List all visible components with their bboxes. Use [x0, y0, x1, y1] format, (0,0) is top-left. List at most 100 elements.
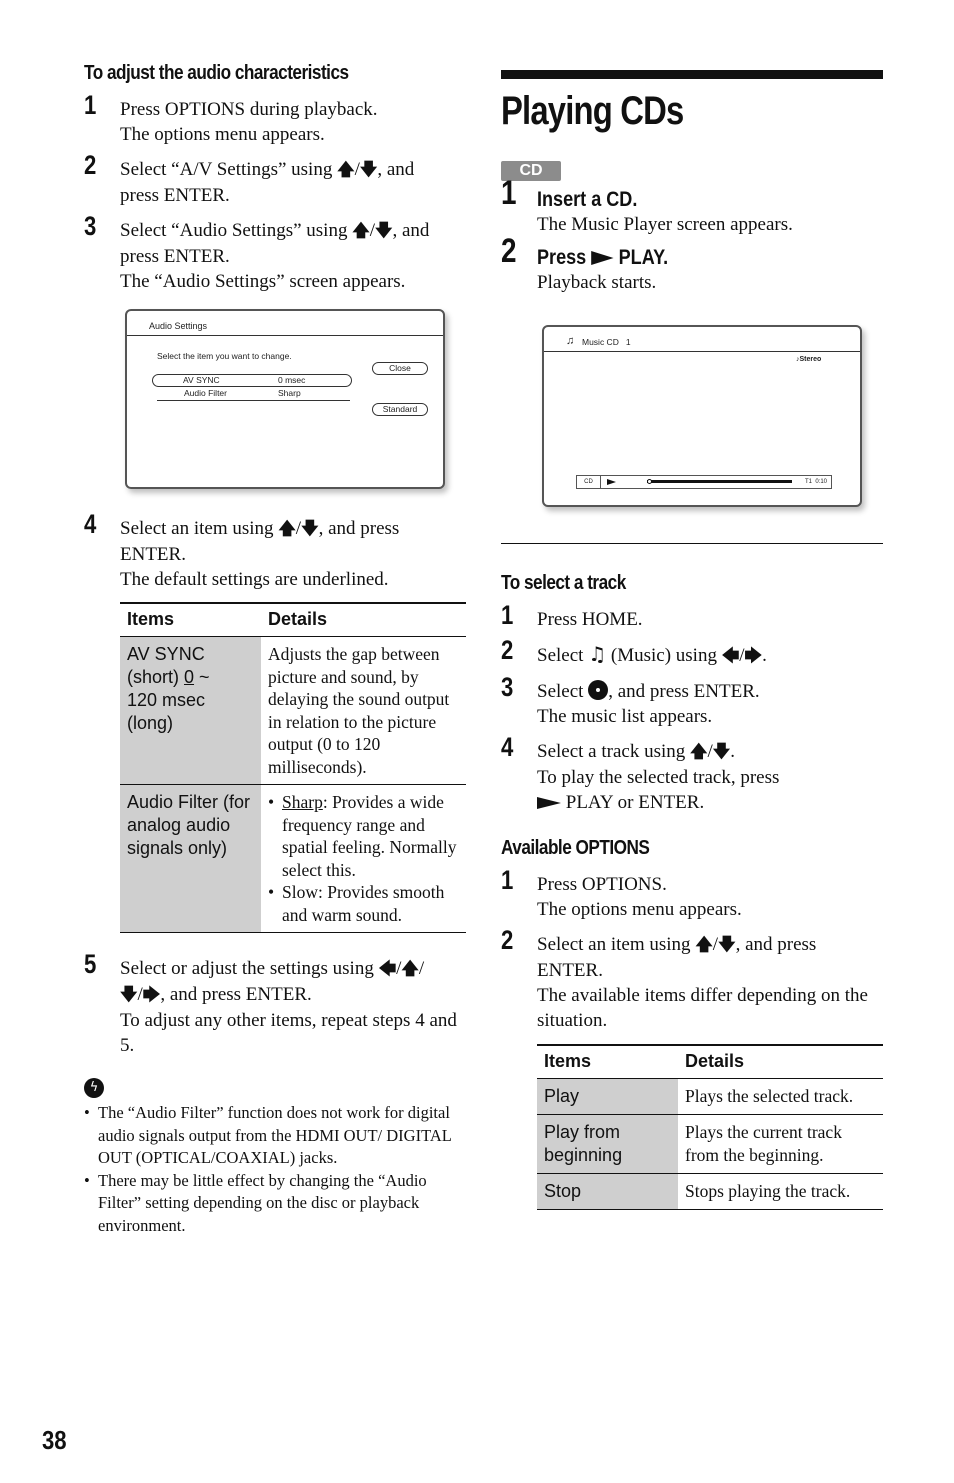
- screen-title: Music CD 1: [582, 337, 631, 347]
- progress-bar[interactable]: [647, 479, 792, 484]
- table-row: Play Plays the selected track.: [537, 1078, 883, 1115]
- music-note-icon: ♫: [566, 335, 575, 347]
- hint-box: ϟ The “Audio Filter” function does not w…: [84, 1078, 468, 1237]
- step-1: 1 Press OPTIONS during playback. The opt…: [84, 92, 468, 147]
- column-header: Items: [120, 602, 261, 637]
- hint-icon: ϟ: [84, 1078, 104, 1098]
- step-number: 2: [84, 150, 97, 180]
- column-header: Details: [678, 1044, 883, 1079]
- table-cell-details: Sharp: Provides a wide frequency range a…: [261, 784, 466, 933]
- setting-row-av-sync[interactable]: AV SYNC 0 msec: [152, 374, 352, 387]
- table-cell-details: Stops playing the track.: [678, 1173, 883, 1210]
- bullet-item: Sharp: Provides a wide frequency range a…: [268, 791, 459, 881]
- step-result: The “Audio Settings” screen appears.: [120, 271, 406, 292]
- setting-row-audio-filter[interactable]: Audio Filter Sharp: [157, 388, 350, 401]
- step-result: The options menu appears.: [537, 899, 742, 920]
- audio-mode: Stereo: [799, 356, 822, 363]
- step-result: PLAY or ENTER.: [561, 792, 705, 813]
- options-step-2: 2 Select an item using 🡅/🡇, and press EN…: [501, 927, 883, 1033]
- step-action: Insert a CD.: [537, 188, 638, 211]
- track-step-3: 3 Select , and press ENTER. The music li…: [501, 674, 883, 729]
- step-text: Select or adjust the settings using: [120, 958, 379, 979]
- table-cell-item: Stop: [537, 1173, 678, 1210]
- up-arrow-icon: 🡅: [690, 742, 708, 762]
- table-header-row: Items Details: [537, 1044, 883, 1079]
- track-step-4: 4 Select a track using 🡅/🡇. To play the …: [501, 734, 883, 815]
- table-cell-item: Play from beginning: [537, 1114, 678, 1174]
- step-text: ENTER.: [120, 544, 186, 565]
- step-text: , and: [377, 159, 415, 180]
- column-header: Details: [261, 602, 466, 637]
- table-cell-item: Audio Filter (for analog audio signals o…: [120, 784, 261, 933]
- step-text: press ENTER.: [120, 246, 230, 267]
- table-header-row: Items Details: [120, 602, 466, 637]
- section-heading-options: Available OPTIONS: [501, 837, 650, 859]
- step-number: 1: [501, 600, 514, 630]
- step-number: 5: [84, 949, 97, 979]
- disc-icon: [588, 680, 609, 700]
- close-button[interactable]: Close: [372, 362, 428, 375]
- step-text: (Music) using: [606, 645, 722, 666]
- item-text: 120 msec: [127, 690, 206, 710]
- page-title: Playing CDs: [501, 89, 684, 133]
- up-arrow-icon: 🡅: [278, 519, 296, 539]
- audio-settings-table: Items Details AV SYNC (short) 0 ~ 120 ms…: [120, 602, 466, 933]
- screen-title: Audio Settings: [149, 321, 208, 331]
- down-arrow-icon: 🡇: [301, 519, 319, 539]
- step-result: To play the selected track, press: [537, 767, 780, 788]
- music-player-screen: ♫ Music CD 1 ♪Stereo CD T1 0:10: [542, 325, 862, 507]
- step-result: The default settings are underlined.: [120, 569, 389, 590]
- table-cell-details: Plays the current track from the beginni…: [678, 1114, 883, 1174]
- table-cell-details: Adjusts the gap between picture and soun…: [261, 636, 466, 785]
- setting-label: AV SYNC: [183, 375, 220, 385]
- cd-step-1: 1 Insert a CD. The Music Player screen a…: [501, 176, 883, 237]
- step-result: The music list appears.: [537, 706, 713, 727]
- default-value: Sharp: [282, 792, 323, 812]
- step-text: Press OPTIONS during playback.: [120, 99, 378, 120]
- left-column: To adjust the audio characteristics 1 Pr…: [84, 62, 468, 294]
- bullet-text: Slow: Provides smooth and warm sound.: [282, 882, 445, 925]
- step-text: .: [762, 645, 767, 666]
- left-column-bottom: 5 Select or adjust the settings using 🡄 /…: [84, 951, 468, 1237]
- setting-label: Audio Filter: [184, 388, 227, 398]
- section-heading-audio: To adjust the audio characteristics: [84, 62, 349, 84]
- step-number: 1: [501, 865, 514, 895]
- step-result: The available items differ depending on …: [537, 985, 868, 1031]
- play-icon: [591, 251, 614, 265]
- screen-title-bar: Audio Settings: [127, 311, 443, 336]
- step-action: PLAY.: [613, 246, 669, 269]
- step-number: 2: [501, 635, 514, 665]
- step-number: 4: [84, 509, 97, 539]
- title-rule: [501, 70, 883, 79]
- table-cell-item: AV SYNC (short) 0 ~ 120 msec (long): [120, 636, 261, 785]
- step-text: press ENTER.: [120, 185, 230, 206]
- step-4: 4 Select an item using 🡅/🡇, and press EN…: [84, 511, 468, 592]
- step-text: Select an item using: [120, 518, 279, 539]
- step-text: .: [730, 741, 736, 762]
- right-arrow-icon: 🡆: [744, 646, 763, 666]
- section-heading-select-track: To select a track: [501, 572, 626, 594]
- step-number: 1: [84, 90, 97, 120]
- step-number: 4: [501, 732, 514, 762]
- down-arrow-icon: 🡇: [120, 985, 138, 1005]
- track-time: T1 0:10: [804, 479, 827, 485]
- progress-knob[interactable]: [647, 479, 652, 484]
- table-row: Stop Stops playing the track.: [537, 1173, 883, 1210]
- separator: /: [418, 958, 425, 979]
- step-5: 5 Select or adjust the settings using 🡄 /…: [84, 951, 468, 1058]
- step-text: Select an item using: [537, 934, 696, 955]
- step-text: , and: [392, 220, 430, 241]
- hint-item: There may be little effect by changing t…: [84, 1170, 468, 1238]
- step-text: , and press: [318, 518, 400, 539]
- options-step-1: 1 Press OPTIONS. The options menu appear…: [501, 867, 883, 922]
- step-2: 2 Select “A/V Settings” using 🡅/🡇, and p…: [84, 152, 468, 208]
- step-action: Press: [537, 246, 592, 269]
- standard-button[interactable]: Standard: [372, 403, 428, 416]
- screen-prompt: Select the item you want to change.: [157, 351, 292, 361]
- step-text: Select: [537, 681, 589, 702]
- screen-title-bar: ♫ Music CD 1: [544, 327, 860, 352]
- step-number: 3: [501, 672, 514, 702]
- audio-settings-screen: Audio Settings Select the item you want …: [125, 309, 445, 489]
- step-text: , and press ENTER.: [160, 984, 312, 1005]
- setting-value: Sharp: [278, 388, 301, 398]
